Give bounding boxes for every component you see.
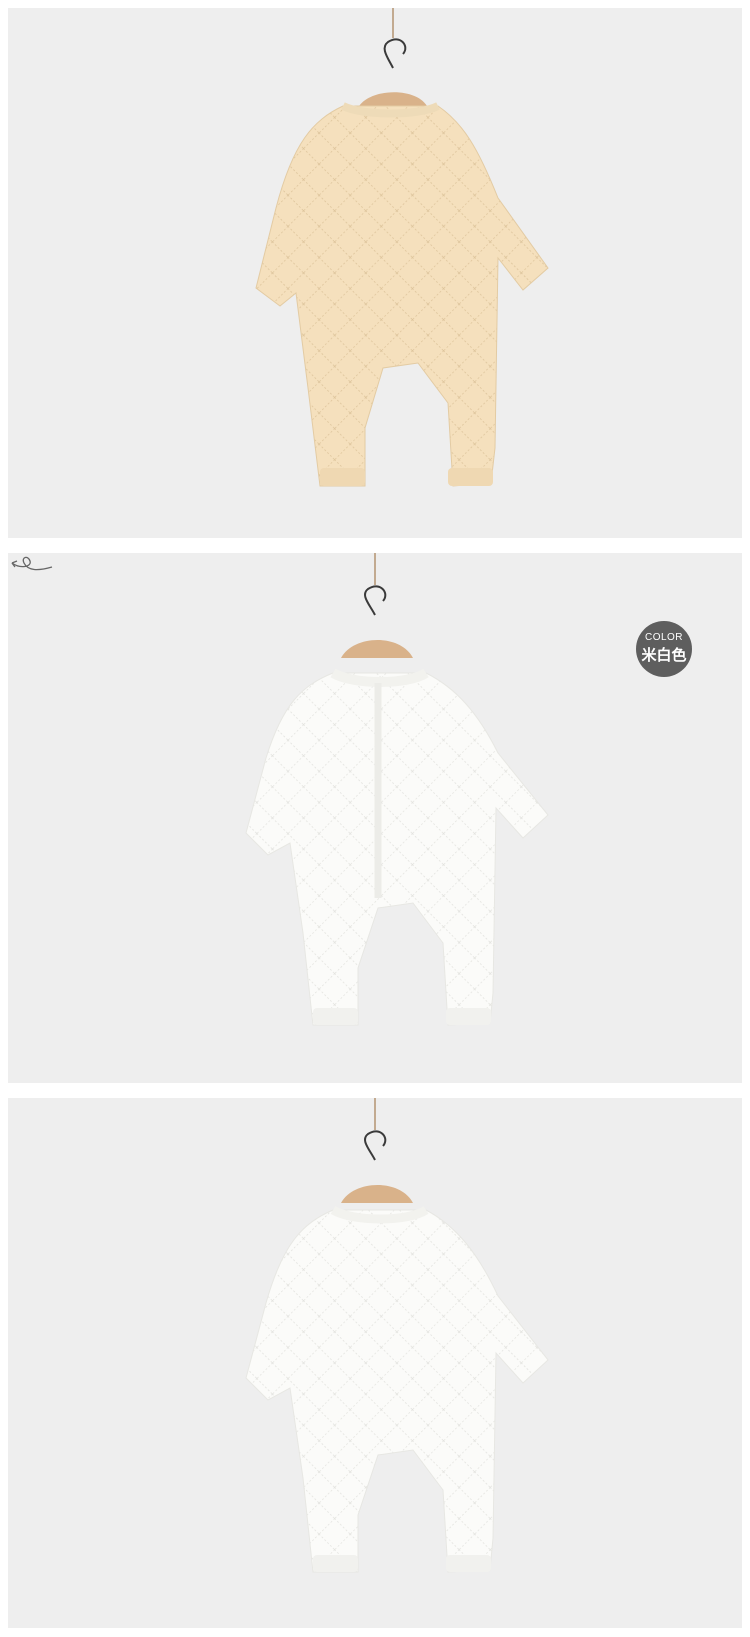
color-badge-label-en: COLOR [644, 632, 684, 643]
romper-garment [245, 668, 549, 1026]
romper-garment [255, 102, 549, 487]
color-badge-label-cn: 米白色 [641, 646, 687, 664]
product-photo-offwhite-front: COLOR 米白色 [8, 553, 742, 1083]
clothes-hanger [341, 553, 413, 658]
product-photo-offwhite-back [8, 1098, 742, 1628]
clothes-hanger [341, 1098, 413, 1203]
romper-garment [245, 1205, 549, 1573]
curly-arrow-icon [11, 556, 53, 571]
clothes-hanger [358, 8, 428, 108]
color-badge: COLOR 米白色 [636, 621, 692, 677]
product-photo-beige-back [8, 8, 742, 538]
